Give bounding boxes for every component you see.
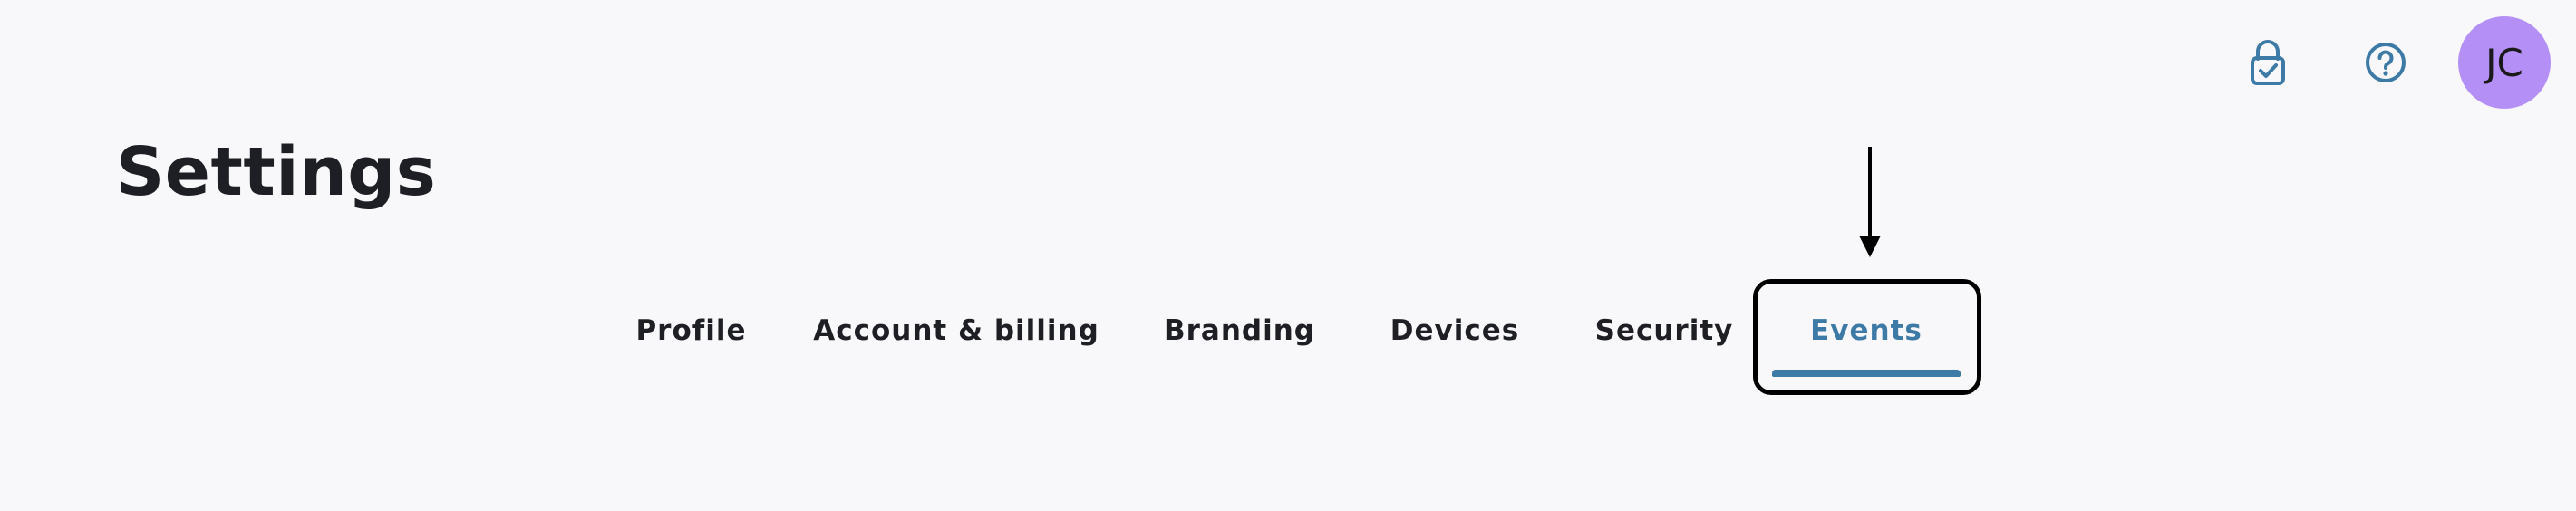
lock-check-icon	[2251, 40, 2285, 85]
settings-page: JC Settings Profile Account & billing Br…	[0, 0, 2576, 511]
page-title: Settings	[116, 133, 437, 211]
tab-profile[interactable]: Profile	[625, 299, 757, 362]
help-circle-icon	[2366, 43, 2406, 82]
tab-account-billing[interactable]: Account & billing	[813, 299, 1099, 362]
active-tab-indicator	[1772, 370, 1961, 377]
tab-branding[interactable]: Branding	[1156, 299, 1323, 362]
tab-security[interactable]: Security	[1586, 299, 1742, 362]
help-button[interactable]	[2340, 17, 2431, 108]
header-actions: JC	[2223, 16, 2551, 109]
annotation-arrow-down-icon	[1859, 147, 1881, 257]
tab-devices[interactable]: Devices	[1390, 299, 1518, 362]
settings-tabs: Profile Account & billing Branding Devic…	[0, 272, 2576, 399]
tab-events[interactable]: Events	[1772, 299, 1961, 362]
user-avatar[interactable]: JC	[2458, 16, 2551, 109]
security-lock-button[interactable]	[2223, 17, 2313, 108]
